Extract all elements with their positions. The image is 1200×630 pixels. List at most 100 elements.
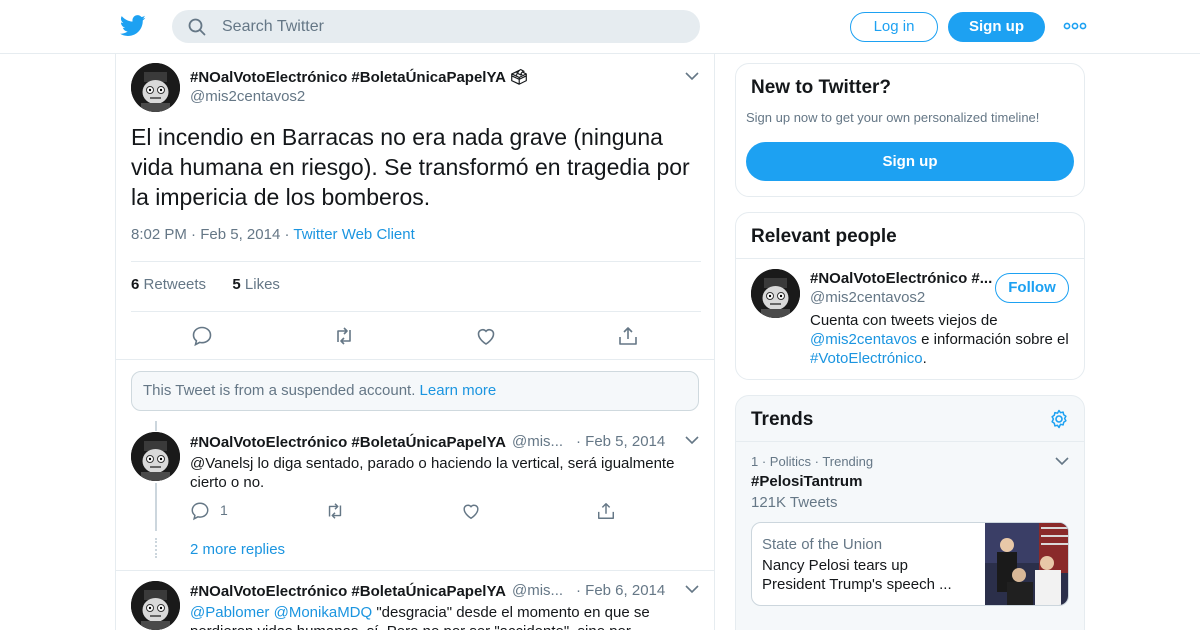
meta-separator: · bbox=[191, 226, 201, 243]
date-separator: · bbox=[576, 433, 586, 450]
like-icon[interactable] bbox=[461, 501, 481, 521]
twitter-bird-icon[interactable] bbox=[120, 14, 146, 38]
divider bbox=[116, 570, 714, 571]
retweets-stat[interactable]: 6 Retweets bbox=[131, 276, 206, 293]
news-image bbox=[985, 523, 1068, 605]
card-title: Trends bbox=[751, 409, 814, 430]
suspended-text: This Tweet is from a suspended account. bbox=[143, 382, 416, 399]
reply-icon[interactable] bbox=[190, 501, 210, 521]
top-bar: Log in Sign up bbox=[0, 0, 1200, 54]
bio-hashtag-link[interactable]: #VotoElectrónico bbox=[810, 350, 923, 367]
avatar[interactable] bbox=[751, 269, 800, 318]
reply-display-name[interactable]: #NOalVotoElectrónico #BoletaÚnicaPapelYA… bbox=[190, 582, 510, 600]
bio-text: Cuenta con tweets viejos de bbox=[810, 312, 998, 329]
trend-status: Trending bbox=[822, 454, 874, 469]
reply-date-text: Feb 6, 2014 bbox=[585, 582, 666, 599]
reply-handle[interactable]: @mis... bbox=[512, 433, 563, 450]
person-name[interactable]: #NOalVotoElectrónico #... bbox=[810, 270, 992, 287]
like-icon[interactable] bbox=[475, 325, 497, 347]
login-button[interactable]: Log in bbox=[850, 12, 938, 42]
client-link[interactable]: Twitter Web Client bbox=[293, 226, 414, 243]
search-box[interactable] bbox=[172, 10, 700, 43]
tweet-column: #NOalVotoElectrónico #BoletaÚnicaPapelYA… bbox=[115, 54, 715, 630]
divider bbox=[131, 261, 701, 262]
tweet-text: El incendio en Barracas no era nada grav… bbox=[131, 124, 690, 210]
likes-stat[interactable]: 5 Likes bbox=[232, 276, 280, 293]
likes-label: Likes bbox=[244, 276, 280, 293]
likes-count: 5 bbox=[232, 276, 241, 293]
display-name[interactable]: #NOalVotoElectrónico #BoletaÚnicaPapelYA… bbox=[190, 68, 529, 86]
share-icon[interactable] bbox=[596, 501, 616, 521]
avatar[interactable] bbox=[131, 432, 180, 481]
share-icon[interactable] bbox=[617, 325, 639, 347]
new-to-twitter-card: New to Twitter? Sign up now to get your … bbox=[735, 63, 1085, 197]
mention-link[interactable]: @MonikaMDQ bbox=[274, 604, 373, 621]
person-bio: Cuenta con tweets viejos de @mis2centavo… bbox=[810, 311, 1078, 368]
avatar-image bbox=[131, 63, 180, 112]
news-source: State of the Union bbox=[762, 536, 883, 553]
bio-text: e información sobre el bbox=[916, 331, 1069, 348]
tweet-stats: 6 Retweets 5 Likes bbox=[131, 276, 280, 293]
tweet-meta: 8:02 PM · Feb 5, 2014 · Twitter Web Clie… bbox=[131, 226, 415, 243]
news-card[interactable]: State of the Union Nancy Pelosi tears up… bbox=[751, 522, 1069, 606]
divider bbox=[736, 441, 1084, 442]
chevron-down-icon[interactable] bbox=[1055, 456, 1069, 466]
trend-rank: 1 bbox=[751, 454, 759, 469]
news-title: Nancy Pelosi tears up President Trump's … bbox=[762, 557, 952, 593]
reply-text-part: "desgracia" desde el momento en que se bbox=[372, 604, 650, 621]
reply-date[interactable]: · Feb 5, 2014 bbox=[576, 433, 665, 450]
retweets-count: 6 bbox=[131, 276, 140, 293]
retweet-icon[interactable] bbox=[333, 325, 355, 347]
tweet-date[interactable]: Feb 5, 2014 bbox=[200, 226, 280, 243]
trend-meta: 1 · Politics · Trending bbox=[751, 454, 874, 469]
more-dots-icon[interactable] bbox=[1062, 16, 1088, 36]
follow-button[interactable]: Follow bbox=[995, 273, 1069, 303]
retweets-label: Retweets bbox=[143, 276, 207, 293]
reply-handle[interactable]: @mis... bbox=[512, 582, 563, 599]
trend-name[interactable]: #PelosiTantrum bbox=[751, 473, 862, 490]
user-handle[interactable]: @mis2centavos2 bbox=[190, 88, 305, 105]
thread-line bbox=[155, 483, 157, 531]
avatar-image bbox=[751, 269, 800, 318]
divider bbox=[736, 258, 1084, 259]
reply-count: 1 bbox=[220, 502, 228, 518]
bio-mention-link[interactable]: @mis2centavos bbox=[810, 331, 917, 348]
person-handle[interactable]: @mis2centavos2 bbox=[810, 289, 925, 306]
avatar-image bbox=[131, 432, 180, 481]
chevron-down-icon[interactable] bbox=[685, 584, 699, 594]
bio-text: . bbox=[922, 350, 927, 367]
trend-category: Politics bbox=[769, 454, 811, 469]
learn-more-link[interactable]: Learn more bbox=[420, 382, 497, 399]
chevron-down-icon[interactable] bbox=[685, 71, 699, 81]
divider bbox=[116, 359, 714, 360]
divider bbox=[131, 311, 701, 312]
reply-text: @Vanelsj lo diga sentado, parado o hacie… bbox=[190, 455, 675, 491]
search-input[interactable] bbox=[222, 10, 682, 43]
thread-dots bbox=[155, 538, 157, 558]
avatar[interactable] bbox=[131, 581, 180, 630]
date-separator: · bbox=[576, 582, 586, 599]
search-icon bbox=[188, 18, 206, 36]
reply-date[interactable]: · Feb 6, 2014 bbox=[576, 582, 665, 599]
trend-tweet-count: 121K Tweets bbox=[751, 494, 838, 511]
retweet-icon[interactable] bbox=[325, 501, 345, 521]
reply-icon[interactable] bbox=[191, 325, 213, 347]
mention-link[interactable]: @Pablomer bbox=[190, 604, 269, 621]
gear-icon[interactable] bbox=[1049, 409, 1069, 429]
reply-text-line: @Pablomer @MonikaMDQ "desgracia" desde e… bbox=[190, 603, 690, 622]
reply-text: @Pablomer @MonikaMDQ "desgracia" desde e… bbox=[190, 603, 690, 630]
reply-text-line: perdieron vidas humanas, sí. Pero no por… bbox=[190, 622, 690, 630]
reply-display-name[interactable]: #NOalVotoElectrónico #BoletaÚnicaPapelYA… bbox=[190, 433, 510, 451]
thread-line bbox=[155, 421, 157, 431]
trends-card: Trends 1 · Politics · Trending #PelosiTa… bbox=[735, 395, 1085, 630]
card-subtitle: Sign up now to get your own personalized… bbox=[746, 110, 1040, 125]
suspended-notice: This Tweet is from a suspended account. … bbox=[131, 371, 699, 411]
avatar[interactable] bbox=[131, 63, 180, 112]
card-title: Relevant people bbox=[751, 226, 897, 247]
chevron-down-icon[interactable] bbox=[685, 435, 699, 445]
tweet-time[interactable]: 8:02 PM bbox=[131, 226, 187, 243]
signup-button-large[interactable]: Sign up bbox=[746, 142, 1074, 181]
more-replies-link[interactable]: 2 more replies bbox=[190, 541, 285, 558]
avatar-image bbox=[131, 581, 180, 630]
signup-button[interactable]: Sign up bbox=[948, 12, 1045, 42]
